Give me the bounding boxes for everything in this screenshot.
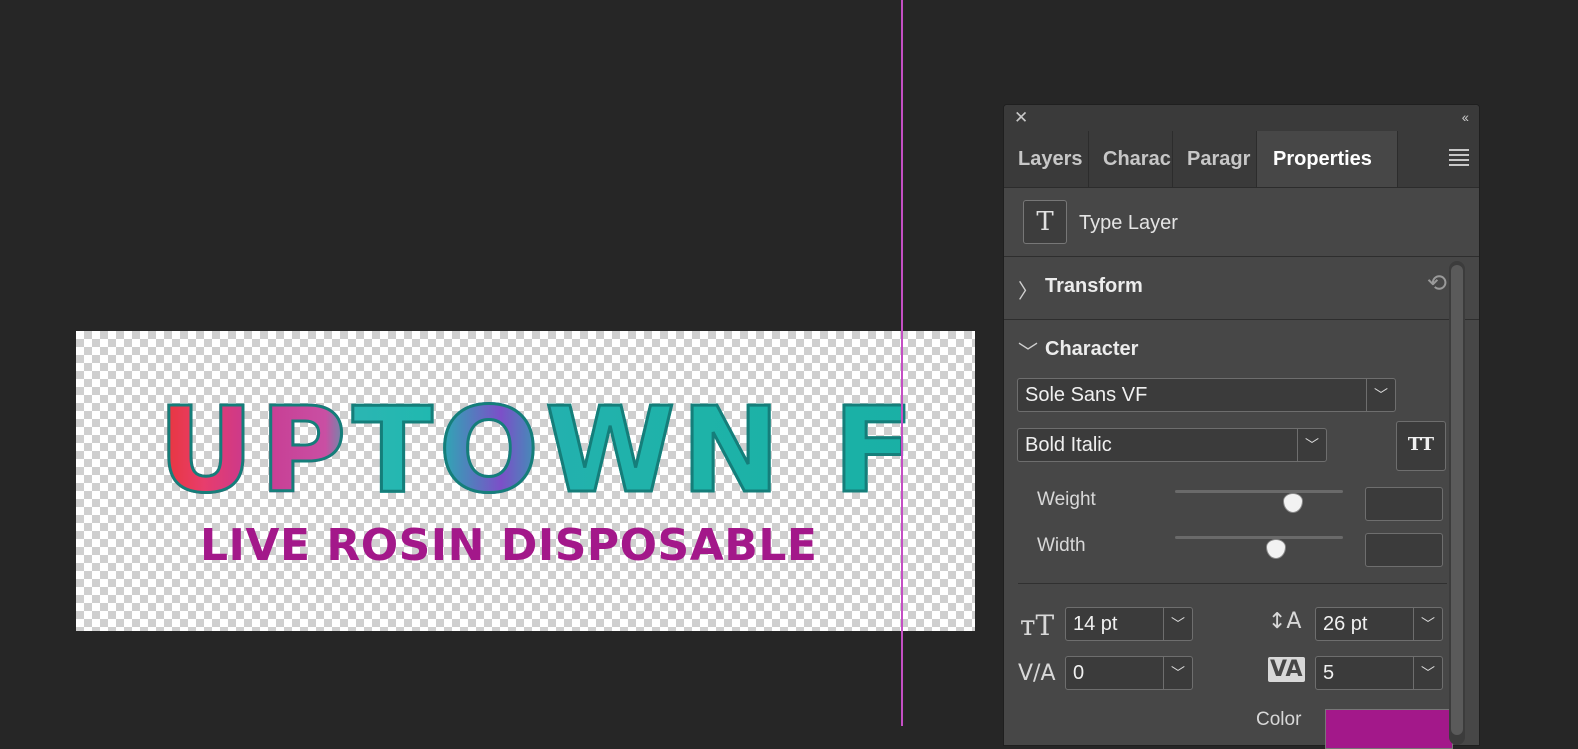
close-icon[interactable]: ✕ xyxy=(1014,108,1028,128)
color-label: Color xyxy=(1256,709,1302,730)
tracking-input[interactable]: 5 ﹀ xyxy=(1315,656,1443,690)
width-input[interactable] xyxy=(1365,533,1443,567)
vertical-guide[interactable] xyxy=(901,0,903,726)
chevron-down-icon[interactable]: ﹀ xyxy=(1163,657,1192,689)
font-style-value: Bold Italic xyxy=(1025,434,1112,456)
width-slider-thumb[interactable] xyxy=(1265,539,1286,559)
layer-kind-label: Type Layer xyxy=(1079,212,1178,234)
properties-panel: ✕ ‹‹ Layers Charac Paragr Properties T T… xyxy=(1003,104,1480,749)
font-family-value: Sole Sans VF xyxy=(1025,384,1148,406)
tab-character[interactable]: Charac xyxy=(1089,131,1173,187)
headline-text[interactable]: UPTOWN F xyxy=(157,390,920,511)
character-section[interactable]: ﹀ Character xyxy=(1004,320,1479,382)
character-title[interactable]: Character xyxy=(1045,338,1138,361)
leading-value: 26 pt xyxy=(1323,613,1368,635)
kerning-icon: V/A xyxy=(1018,661,1056,686)
chevron-down-icon[interactable]: ﹀ xyxy=(1297,429,1326,461)
weight-slider-thumb[interactable] xyxy=(1282,493,1303,513)
font-size-value: 14 pt xyxy=(1073,613,1118,635)
chevron-down-icon[interactable]: ﹀ xyxy=(1413,608,1442,640)
weight-slider[interactable] xyxy=(1175,490,1343,493)
panel-menu-icon[interactable] xyxy=(1449,149,1469,169)
tab-layers[interactable]: Layers xyxy=(1004,131,1089,187)
weight-input[interactable] xyxy=(1365,487,1443,521)
tracking-icon: VA xyxy=(1268,657,1305,682)
kerning-input[interactable]: 0 ﹀ xyxy=(1065,656,1193,690)
tab-paragraph[interactable]: Paragr xyxy=(1173,131,1257,187)
font-size-input[interactable]: 14 pt ﹀ xyxy=(1065,607,1193,641)
transform-title[interactable]: Transform xyxy=(1045,275,1143,298)
reset-transform-icon[interactable]: ⟲ xyxy=(1427,269,1447,298)
font-style-select[interactable]: Bold Italic ﹀ xyxy=(1017,428,1327,462)
subline-text[interactable]: LIVE ROSIN DISPOSABLE xyxy=(200,521,817,571)
color-swatch[interactable] xyxy=(1325,709,1453,749)
collapse-icon[interactable]: ‹‹ xyxy=(1462,109,1469,125)
panel-scrollbar[interactable] xyxy=(1449,261,1465,745)
tab-properties[interactable]: Properties xyxy=(1257,131,1398,187)
chevron-down-icon[interactable]: ﹀ xyxy=(1018,336,1038,365)
kerning-value: 0 xyxy=(1073,662,1085,684)
panel-tabs: Layers Charac Paragr Properties xyxy=(1004,131,1479,188)
layer-kind-row: T Type Layer xyxy=(1004,188,1479,257)
type-tool-icon: T xyxy=(1023,200,1067,244)
variable-font-icon: TT xyxy=(1407,434,1435,455)
font-size-icon: ᴛT xyxy=(1020,609,1055,642)
scrollbar-thumb[interactable] xyxy=(1451,265,1463,735)
leading-input[interactable]: 26 pt ﹀ xyxy=(1315,607,1443,641)
width-slider[interactable] xyxy=(1175,536,1343,539)
chevron-down-icon[interactable]: ﹀ xyxy=(1413,657,1442,689)
chevron-down-icon[interactable]: ﹀ xyxy=(1163,608,1192,640)
font-family-select[interactable]: Sole Sans VF ﹀ xyxy=(1017,378,1396,412)
divider xyxy=(1018,583,1447,584)
panel-title-bar: ✕ ‹‹ xyxy=(1004,105,1479,131)
variable-font-button[interactable]: TT xyxy=(1396,421,1446,471)
weight-label: Weight xyxy=(1037,489,1096,510)
chevron-down-icon[interactable]: ﹀ xyxy=(1366,379,1395,411)
tracking-value: 5 xyxy=(1323,662,1335,684)
chevron-right-icon[interactable]: 〉 xyxy=(1018,275,1038,304)
width-label: Width xyxy=(1037,535,1086,556)
document-canvas[interactable]: UPTOWN F LIVE ROSIN DISPOSABLE xyxy=(76,331,975,631)
transform-section[interactable]: 〉 Transform ⟲ xyxy=(1004,257,1479,320)
leading-icon: ↕A xyxy=(1268,609,1302,634)
